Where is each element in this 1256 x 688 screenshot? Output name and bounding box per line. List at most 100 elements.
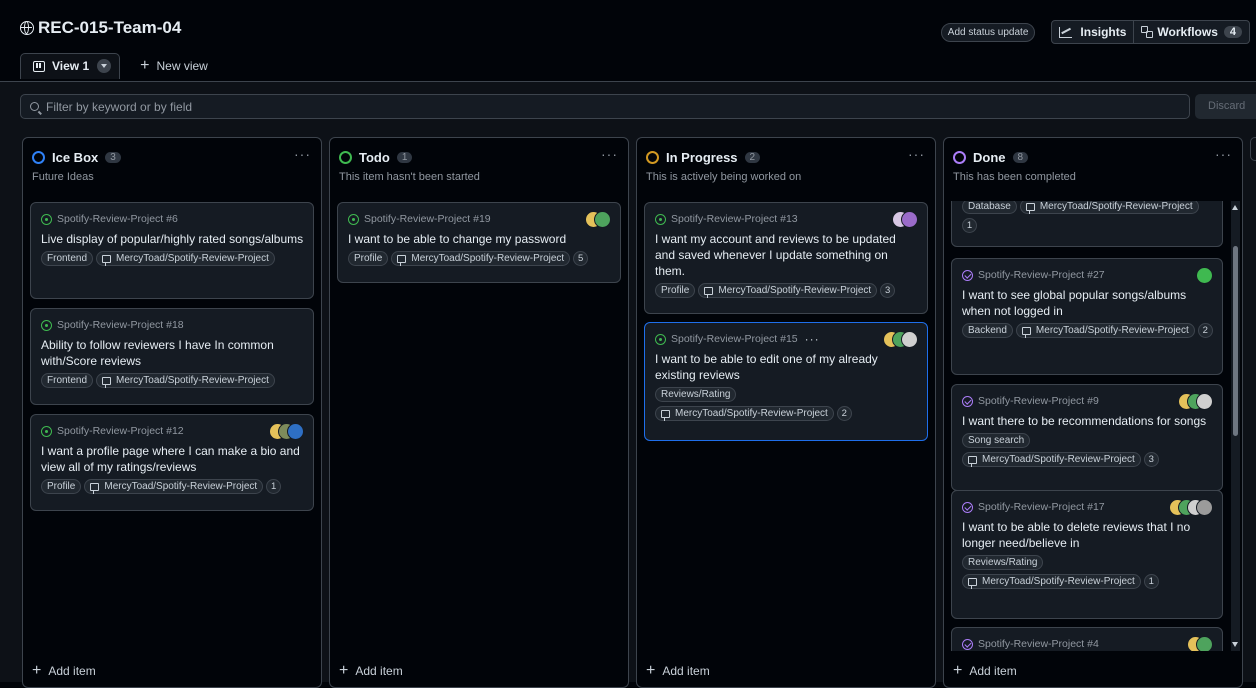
assignee-avatars[interactable] bbox=[892, 211, 918, 228]
card-title[interactable]: I want my account and reviews to be upda… bbox=[655, 231, 918, 279]
sub-issue-count: 5 bbox=[573, 251, 589, 266]
issue-card[interactable]: Spotify-Review-Project #6 Live display of… bbox=[30, 202, 314, 299]
column-ice-box: Ice Box 3 Future Ideas ··· Spotify-Review-Pr… bbox=[22, 137, 322, 688]
card-reference[interactable]: Spotify-Review-Project #18 bbox=[41, 318, 304, 332]
card-tags: Reviews/Rating MercyToad/Spotify-Review-P… bbox=[962, 555, 1213, 593]
card-ref-text: Spotify-Review-Project #17 bbox=[978, 501, 1105, 513]
card-reference[interactable]: Spotify-Review-Project #27 bbox=[962, 268, 1213, 282]
repo-icon bbox=[704, 286, 714, 298]
card-reference[interactable]: Spotify-Review-Project #19 bbox=[348, 212, 611, 226]
discard-button[interactable]: Discard bbox=[1195, 94, 1256, 119]
card-list: Database MercyToad/Spotify-Review-Project… bbox=[944, 201, 1242, 651]
card-title[interactable]: I want to be able to edit one of my alre… bbox=[655, 351, 918, 383]
assignee-avatars[interactable] bbox=[1196, 267, 1213, 284]
card-title[interactable]: I want to see global popular songs/album… bbox=[962, 287, 1213, 319]
card-ref-text: Spotify-Review-Project #13 bbox=[671, 213, 798, 225]
label-tag[interactable]: Profile bbox=[348, 251, 389, 266]
repo-tag[interactable]: MercyToad/Spotify-Review-Project bbox=[698, 283, 878, 298]
new-view-button[interactable]: + New view bbox=[132, 55, 216, 77]
column-menu-icon[interactable]: ··· bbox=[294, 146, 311, 162]
assignee-avatars[interactable] bbox=[1169, 499, 1213, 516]
card-title[interactable]: Live display of popular/highly rated son… bbox=[41, 231, 304, 247]
column-todo: Todo 1 This item hasn't been started ··· Spo… bbox=[329, 137, 629, 688]
repo-tag[interactable]: MercyToad/Spotify-Review-Project bbox=[1019, 201, 1199, 214]
column-count: 3 bbox=[105, 152, 121, 163]
project-header: REC-015-Team-04 Add status update Insigh… bbox=[0, 0, 1256, 79]
card-reference[interactable]: Spotify-Review-Project #12 bbox=[41, 424, 304, 438]
repo-tag[interactable]: MercyToad/Spotify-Review-Project bbox=[655, 406, 834, 421]
repo-icon bbox=[1021, 326, 1031, 338]
sub-issue-count: 1 bbox=[962, 218, 977, 233]
card-reference[interactable]: Spotify-Review-Project #13 bbox=[655, 212, 918, 226]
label-tag[interactable]: Song search bbox=[962, 433, 1031, 448]
tab-view-1[interactable]: View 1 bbox=[20, 53, 121, 79]
card-title[interactable]: I want a profile page where I can make a… bbox=[41, 443, 304, 475]
repo-tag[interactable]: MercyToad/Spotify-Review-Project bbox=[1015, 323, 1195, 338]
repo-tag[interactable]: MercyToad/Spotify-Review-Project bbox=[962, 574, 1141, 589]
card-title[interactable]: I want to be able to change my password bbox=[348, 231, 611, 247]
issue-card[interactable]: Spotify-Review-Project #17 I want to be a… bbox=[951, 490, 1223, 619]
assignee-avatars[interactable] bbox=[1187, 636, 1213, 651]
column-header: In Progress 2 This is actively being worke… bbox=[637, 138, 935, 202]
label-tag[interactable]: Reviews/Rating bbox=[655, 387, 737, 402]
repo-tag[interactable]: MercyToad/Spotify-Review-Project bbox=[96, 373, 275, 388]
issue-card[interactable]: Spotify-Review-Project #13 I want my acco… bbox=[644, 202, 928, 314]
insights-button[interactable]: Insights bbox=[1052, 21, 1133, 43]
column-menu-icon[interactable]: ··· bbox=[1215, 146, 1232, 162]
issue-card[interactable]: Spotify-Review-Project #12 I want a profi… bbox=[30, 414, 314, 511]
issue-card[interactable]: Spotify-Review-Project #27 I want to see … bbox=[951, 258, 1223, 375]
label-tag[interactable]: Database bbox=[962, 201, 1017, 214]
label-tag[interactable]: Frontend bbox=[41, 251, 94, 266]
label-tag[interactable]: Profile bbox=[41, 479, 82, 494]
repo-tag[interactable]: MercyToad/Spotify-Review-Project bbox=[84, 479, 264, 494]
assignee-avatars[interactable] bbox=[269, 423, 304, 440]
repo-tag[interactable]: MercyToad/Spotify-Review-Project bbox=[96, 251, 275, 266]
scroll-down-icon[interactable] bbox=[1232, 642, 1238, 647]
repo-icon bbox=[968, 455, 977, 467]
graph-icon bbox=[1059, 26, 1073, 38]
card-reference[interactable]: Spotify-Review-Project #6 bbox=[41, 212, 304, 226]
column-menu-icon[interactable]: ··· bbox=[908, 146, 925, 162]
card-ref-text: Spotify-Review-Project #9 bbox=[978, 395, 1099, 407]
issue-card[interactable]: Spotify-Review-Project #18 Ability to fol… bbox=[30, 308, 314, 405]
card-reference[interactable]: Spotify-Review-Project #15 ··· bbox=[655, 332, 918, 346]
assignee-avatars[interactable] bbox=[883, 331, 918, 348]
avatar bbox=[901, 211, 918, 228]
scroll-thumb[interactable] bbox=[1233, 246, 1238, 436]
card-title[interactable]: I want to be able to delete reviews that… bbox=[962, 519, 1213, 551]
filter-input[interactable]: Filter by keyword or by field bbox=[20, 94, 1190, 119]
issue-open-icon bbox=[41, 425, 52, 437]
add-status-update-button[interactable]: Add status update bbox=[940, 22, 1036, 42]
card-ref-text: Spotify-Review-Project #19 bbox=[364, 213, 491, 225]
issue-card[interactable]: Spotify-Review-Project #15 ··· I want to b… bbox=[644, 322, 928, 441]
issue-card[interactable]: Spotify-Review-Project #9 I want there to… bbox=[951, 384, 1223, 491]
issue-card[interactable]: Spotify-Review-Project #19 I want to be a… bbox=[337, 202, 621, 283]
view-options-icon[interactable] bbox=[97, 59, 112, 73]
repo-name: MercyToad/Spotify-Review-Project bbox=[1035, 325, 1189, 336]
card-reference[interactable]: Spotify-Review-Project #9 bbox=[962, 394, 1213, 408]
label-tag[interactable]: Backend bbox=[962, 323, 1013, 338]
workflows-button[interactable]: Workflows 4 bbox=[1133, 21, 1249, 43]
add-item-button[interactable]: + Add item bbox=[953, 659, 1017, 683]
sub-issue-count: 1 bbox=[266, 479, 282, 494]
card-title[interactable]: Ability to follow reviewers I have In co… bbox=[41, 337, 304, 369]
scrollbar[interactable] bbox=[1231, 201, 1240, 651]
card-title[interactable]: I want there to be recommendations for s… bbox=[962, 413, 1213, 429]
label-tag[interactable]: Profile bbox=[655, 283, 696, 298]
card-more-icon[interactable]: ··· bbox=[805, 332, 820, 346]
add-item-button[interactable]: + Add item bbox=[32, 659, 96, 683]
add-item-button[interactable]: + Add item bbox=[646, 659, 710, 683]
issue-card[interactable]: Database MercyToad/Spotify-Review-Project… bbox=[951, 201, 1223, 247]
status-circle-icon bbox=[646, 151, 659, 164]
issue-card[interactable]: Spotify-Review-Project #4 bbox=[951, 627, 1223, 651]
repo-tag[interactable]: MercyToad/Spotify-Review-Project bbox=[962, 452, 1141, 467]
scroll-up-icon[interactable] bbox=[1232, 205, 1238, 210]
card-reference[interactable]: Spotify-Review-Project #4 bbox=[962, 637, 1213, 651]
repo-tag[interactable]: MercyToad/Spotify-Review-Project bbox=[391, 251, 571, 266]
add-item-button[interactable]: + Add item bbox=[339, 659, 403, 683]
assignee-avatars[interactable] bbox=[1178, 393, 1213, 410]
label-tag[interactable]: Frontend bbox=[41, 373, 94, 388]
label-tag[interactable]: Reviews/Rating bbox=[962, 555, 1044, 570]
column-menu-icon[interactable]: ··· bbox=[601, 146, 618, 162]
assignee-avatars[interactable] bbox=[585, 211, 611, 228]
